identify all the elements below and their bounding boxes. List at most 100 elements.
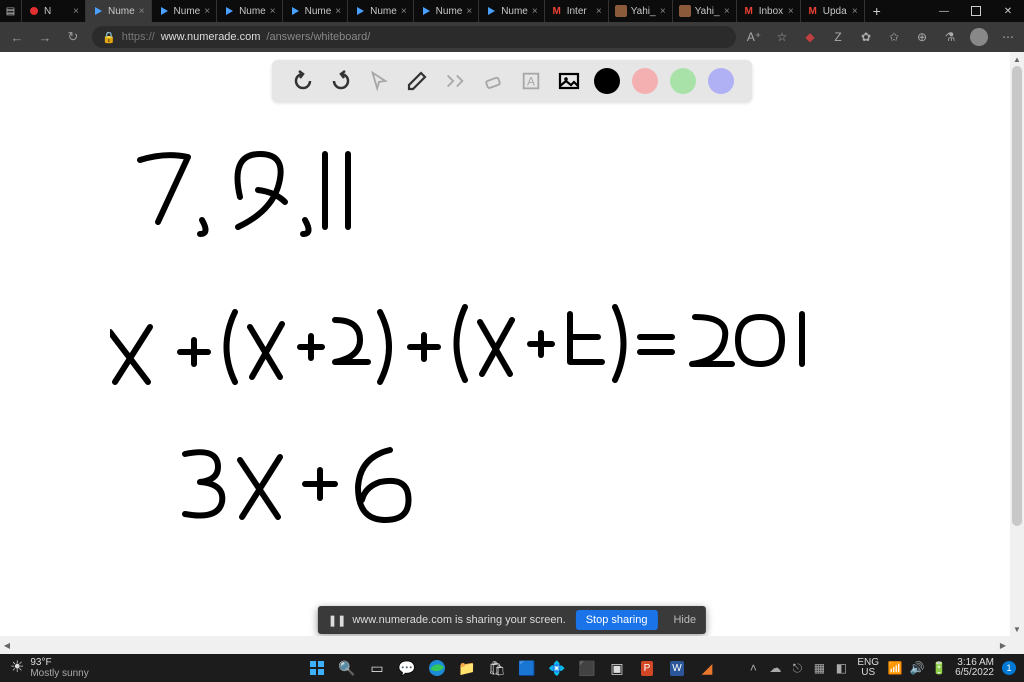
tab-9[interactable]: Yahi_ × [609,0,673,22]
back-button[interactable]: ← [8,30,26,45]
word-icon[interactable]: W [666,657,688,679]
redo-button[interactable] [328,68,354,94]
stop-sharing-button[interactable]: Stop sharing [576,610,658,630]
close-icon[interactable]: × [204,6,210,17]
office-icon[interactable]: ⬛ [576,657,598,679]
close-icon[interactable]: × [596,6,602,17]
close-icon[interactable]: × [335,6,341,17]
favorite-icon[interactable]: ☆ [774,29,790,45]
tab-3[interactable]: Nume × [217,0,283,22]
search-button[interactable]: 🔍 [336,657,358,679]
color-black[interactable] [594,68,620,94]
handwriting-line-2 [110,307,802,382]
tab-12[interactable]: M Upda × [801,0,865,22]
scroll-left-icon[interactable]: ◀ [0,636,14,654]
hide-sharebar-button[interactable]: Hide [667,610,702,630]
notification-badge[interactable]: 1 [1002,661,1016,675]
weather-widget[interactable]: ☀ 93°F Mostly sunny [0,657,99,679]
menu-icon[interactable]: ⋯ [1000,29,1016,45]
close-window-button[interactable]: ✕ [992,0,1024,22]
color-purple[interactable] [708,68,734,94]
tray-icon-3[interactable]: ◧ [833,660,849,676]
ext-icon-3[interactable]: ✿ [858,29,874,45]
tab-8[interactable]: M Inter × [545,0,609,22]
tab-10[interactable]: Yahi_ × [673,0,737,22]
record-icon [28,5,40,17]
vertical-scrollbar[interactable]: ▲ ▼ [1010,52,1024,636]
text-tool[interactable]: A [518,68,544,94]
explorer-icon[interactable]: 📁 [456,657,478,679]
close-icon[interactable]: × [73,6,79,17]
onedrive-icon[interactable]: ☁ [767,660,783,676]
tab-label: Inter [567,6,592,17]
whiteboard-canvas[interactable] [110,142,810,562]
close-icon[interactable]: × [401,6,407,17]
tab-label: Nume [501,6,528,17]
image-tool[interactable] [556,68,582,94]
app-icon-2[interactable]: 💠 [546,657,568,679]
undo-button[interactable] [290,68,316,94]
profile-avatar[interactable] [970,28,988,46]
chat-button[interactable]: 💬 [396,657,418,679]
close-icon[interactable]: × [139,6,145,17]
tab-btn[interactable]: ▤ [0,0,22,22]
battery-icon[interactable]: 🔋 [931,660,947,676]
forward-button[interactable]: → [36,30,54,45]
tab-0[interactable]: N × [22,0,86,22]
close-icon[interactable]: × [532,6,538,17]
matlab-icon[interactable]: ◢ [696,657,718,679]
read-aloud-icon[interactable]: A⁺ [746,29,762,45]
collections-icon[interactable]: ⊕ [914,29,930,45]
store-icon[interactable]: 🛍 [486,657,508,679]
close-icon[interactable]: × [788,6,794,17]
horizontal-scrollbar[interactable]: ◀ ▶ [0,636,1010,654]
close-icon[interactable]: × [270,6,276,17]
eraser-tool[interactable] [480,68,506,94]
site-icon [679,5,691,17]
tab-1[interactable]: Nume × [86,0,152,22]
select-tool[interactable] [366,68,392,94]
close-icon[interactable]: × [466,6,472,17]
pen-tool[interactable] [404,68,430,94]
color-green[interactable] [670,68,696,94]
new-tab-button[interactable]: + [865,0,889,22]
site-icon [615,5,627,17]
tray-icon-1[interactable]: ⎋ [789,660,805,676]
wifi-icon[interactable]: 📶 [887,660,903,676]
tab-5[interactable]: Nume × [348,0,414,22]
powerpoint-icon[interactable]: P [636,657,658,679]
ext-icon-2[interactable]: Z [830,29,846,45]
volume-icon[interactable]: 🔊 [909,660,925,676]
tab-7[interactable]: Nume × [479,0,545,22]
scroll-up-icon[interactable]: ▲ [1010,52,1024,66]
math-tool[interactable] [442,68,468,94]
taskview-button[interactable]: ▭ [366,657,388,679]
tray-icon-2[interactable]: ▦ [811,660,827,676]
clock[interactable]: 3:16 AM 6/5/2022 [955,658,994,678]
tab-6[interactable]: Nume × [414,0,480,22]
minimize-button[interactable]: — [928,0,960,22]
color-pink[interactable] [632,68,658,94]
close-icon[interactable]: × [724,6,730,17]
lang-region: US [857,668,879,678]
tab-2[interactable]: Nume × [152,0,218,22]
performance-icon[interactable]: ⚗ [942,29,958,45]
close-icon[interactable]: × [660,6,666,17]
edge-icon[interactable] [426,657,448,679]
language-switch[interactable]: ENG US [857,658,879,678]
scroll-thumb[interactable] [1012,66,1022,526]
close-icon[interactable]: × [852,6,858,17]
maximize-button[interactable] [960,0,992,22]
favorites-icon[interactable]: ✩ [886,29,902,45]
start-button[interactable] [306,657,328,679]
scroll-right-icon[interactable]: ▶ [996,636,1010,654]
ext-icon-1[interactable]: ◆ [802,29,818,45]
chevron-up-icon[interactable]: ˄ [745,660,761,676]
tab-11[interactable]: M Inbox × [737,0,801,22]
refresh-button[interactable]: ↻ [64,29,82,45]
app-icon-1[interactable]: 🟦 [516,657,538,679]
tab-4[interactable]: Nume × [283,0,349,22]
app-icon-3[interactable]: ▣ [606,657,628,679]
url-input[interactable]: 🔒 https://www.numerade.com/answers/white… [92,26,736,48]
scroll-down-icon[interactable]: ▼ [1010,622,1024,636]
